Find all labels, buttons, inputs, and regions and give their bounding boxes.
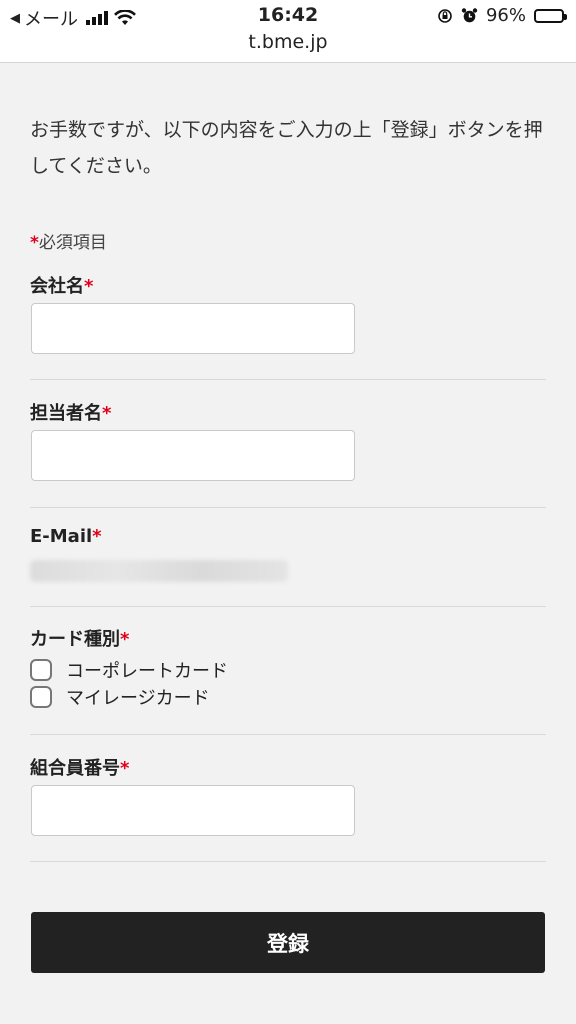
required-asterisk: * xyxy=(102,403,112,424)
rotation-lock-icon xyxy=(438,8,452,23)
required-note-text: 必須項目 xyxy=(38,233,107,253)
required-asterisk: * xyxy=(92,526,102,547)
required-asterisk: * xyxy=(120,758,130,779)
checkbox[interactable] xyxy=(30,686,52,708)
member-number-label: 組合員番号* xyxy=(30,754,129,780)
status-right: 96% xyxy=(437,5,567,26)
divider xyxy=(30,507,546,508)
divider xyxy=(30,379,546,380)
card-type-label: カード種別* xyxy=(30,625,129,651)
card-option-label: マイレージカード xyxy=(66,688,210,709)
divider xyxy=(30,606,546,607)
required-note: *必須項目 xyxy=(30,228,107,253)
card-option-corporate[interactable]: コーポレートカード xyxy=(30,657,228,683)
register-button[interactable]: 登録 xyxy=(31,912,545,973)
contact-person-input[interactable] xyxy=(31,430,355,481)
intro-text: お手数ですが、以下の内容をご入力の上「登録」ボタンを押してください。 xyxy=(30,119,543,177)
battery-percent: 96% xyxy=(485,5,526,26)
card-type-label-text: カード種別 xyxy=(30,629,120,650)
address-bar-url[interactable]: t.bme.jp xyxy=(0,31,576,53)
company-name-label: 会社名* xyxy=(30,272,93,298)
required-asterisk: * xyxy=(84,276,94,297)
member-number-input[interactable] xyxy=(31,785,355,836)
company-name-label-text: 会社名 xyxy=(30,276,84,297)
email-label-text: E-Mail xyxy=(30,526,93,547)
checkbox[interactable] xyxy=(30,659,52,681)
form-intro: お手数ですが、以下の内容をご入力の上「登録」ボタンを押してください。 xyxy=(30,112,546,184)
email-label: E-Mail* xyxy=(30,526,102,547)
email-value-blurred xyxy=(30,560,288,582)
required-asterisk: * xyxy=(30,233,39,253)
divider xyxy=(30,861,546,862)
divider xyxy=(30,734,546,735)
member-number-label-text: 組合員番号 xyxy=(30,758,120,779)
required-asterisk: * xyxy=(120,629,130,650)
alarm-icon xyxy=(461,8,478,23)
company-name-input[interactable] xyxy=(31,303,355,354)
battery-icon xyxy=(534,8,567,23)
contact-person-label-text: 担当者名 xyxy=(30,403,102,424)
card-option-label: コーポレートカード xyxy=(66,661,228,682)
contact-person-label: 担当者名* xyxy=(30,399,111,425)
card-option-mileage[interactable]: マイレージカード xyxy=(30,684,210,710)
status-bar: ◀ メール 16:42 t.bme.jp 96% xyxy=(0,0,576,63)
